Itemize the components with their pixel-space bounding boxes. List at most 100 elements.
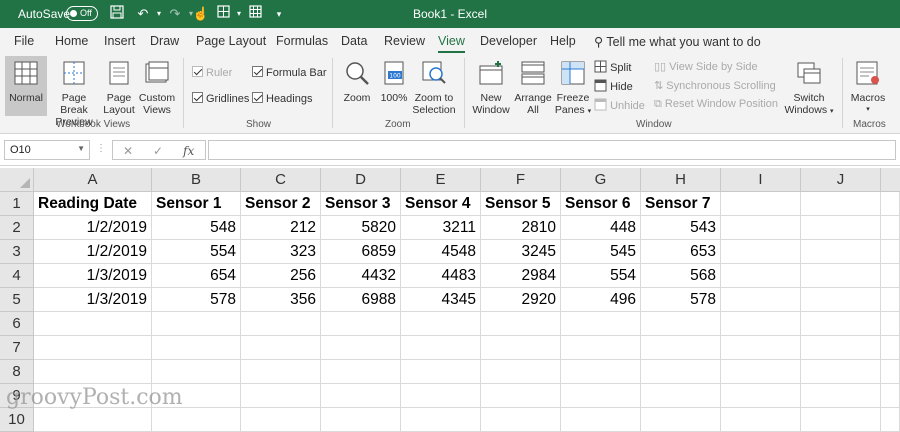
- cell-b2[interactable]: 548: [152, 216, 241, 240]
- row-header-4[interactable]: 4: [0, 264, 34, 288]
- cell-a7[interactable]: [34, 336, 152, 360]
- normal-view-button[interactable]: Normal: [5, 56, 47, 116]
- cell-a3[interactable]: 1/2/2019: [34, 240, 152, 264]
- cell-a5[interactable]: 1/3/2019: [34, 288, 152, 312]
- cell-g5[interactable]: 496: [561, 288, 641, 312]
- cell-c3[interactable]: 323: [241, 240, 321, 264]
- drag-handle-icon[interactable]: ⋮: [96, 143, 106, 154]
- cell-h5[interactable]: 578: [641, 288, 721, 312]
- cell-b3[interactable]: 554: [152, 240, 241, 264]
- cell-c9[interactable]: [241, 384, 321, 408]
- cell-k3[interactable]: [881, 240, 900, 264]
- cell-i9[interactable]: [721, 384, 801, 408]
- gridlines-checkbox[interactable]: Gridlines: [192, 92, 249, 105]
- cell-g7[interactable]: [561, 336, 641, 360]
- cell-f9[interactable]: [481, 384, 561, 408]
- row-header-10[interactable]: 10: [0, 408, 34, 432]
- cell-k7[interactable]: [881, 336, 900, 360]
- cell-b1[interactable]: Sensor 1: [152, 192, 241, 216]
- cell-c2[interactable]: 212: [241, 216, 321, 240]
- row-header-8[interactable]: 8: [0, 360, 34, 384]
- column-header-e[interactable]: E: [401, 168, 481, 192]
- cell-j6[interactable]: [801, 312, 881, 336]
- tab-home[interactable]: Home: [55, 34, 88, 48]
- cell-h9[interactable]: [641, 384, 721, 408]
- column-header-c[interactable]: C: [241, 168, 321, 192]
- zoom-100-button[interactable]: 100 100%: [378, 56, 410, 116]
- macros-button[interactable]: Macros ▾: [848, 56, 888, 116]
- cell-e1[interactable]: Sensor 4: [401, 192, 481, 216]
- cell-g9[interactable]: [561, 384, 641, 408]
- column-header-g[interactable]: G: [561, 168, 641, 192]
- cell-i2[interactable]: [721, 216, 801, 240]
- ruler-checkbox[interactable]: Ruler: [192, 66, 232, 79]
- cell-d10[interactable]: [321, 408, 401, 432]
- cell-a2[interactable]: 1/2/2019: [34, 216, 152, 240]
- cell-b6[interactable]: [152, 312, 241, 336]
- cell-k8[interactable]: [881, 360, 900, 384]
- cell-k4[interactable]: [881, 264, 900, 288]
- column-header-k[interactable]: [881, 168, 900, 192]
- page-break-preview-button[interactable]: Page Break Preview: [48, 56, 100, 128]
- cell-h7[interactable]: [641, 336, 721, 360]
- cell-d8[interactable]: [321, 360, 401, 384]
- cell-c4[interactable]: 256: [241, 264, 321, 288]
- tab-formulas[interactable]: Formulas: [276, 34, 328, 48]
- cell-e7[interactable]: [401, 336, 481, 360]
- tell-me-box[interactable]: ⚲ Tell me what you want to do: [594, 34, 761, 49]
- cell-i5[interactable]: [721, 288, 801, 312]
- hide-button[interactable]: Hide: [594, 79, 633, 93]
- cell-c5[interactable]: 356: [241, 288, 321, 312]
- cell-h3[interactable]: 653: [641, 240, 721, 264]
- cell-j10[interactable]: [801, 408, 881, 432]
- zoom-button[interactable]: Zoom: [339, 56, 375, 116]
- new-window-button[interactable]: New Window: [470, 56, 512, 116]
- cell-e6[interactable]: [401, 312, 481, 336]
- cell-j9[interactable]: [801, 384, 881, 408]
- cell-j3[interactable]: [801, 240, 881, 264]
- cell-g1[interactable]: Sensor 6: [561, 192, 641, 216]
- cell-k5[interactable]: [881, 288, 900, 312]
- cell-k2[interactable]: [881, 216, 900, 240]
- cell-h8[interactable]: [641, 360, 721, 384]
- column-header-a[interactable]: A: [34, 168, 152, 192]
- cell-i7[interactable]: [721, 336, 801, 360]
- cell-i1[interactable]: [721, 192, 801, 216]
- cell-k9[interactable]: [881, 384, 900, 408]
- row-header-6[interactable]: 6: [0, 312, 34, 336]
- row-header-5[interactable]: 5: [0, 288, 34, 312]
- cell-b7[interactable]: [152, 336, 241, 360]
- cell-h1[interactable]: Sensor 7: [641, 192, 721, 216]
- enter-icon[interactable]: ✓: [153, 144, 163, 158]
- cell-i10[interactable]: [721, 408, 801, 432]
- column-header-j[interactable]: J: [801, 168, 881, 192]
- tab-file[interactable]: File: [14, 34, 34, 48]
- cell-f6[interactable]: [481, 312, 561, 336]
- cell-a6[interactable]: [34, 312, 152, 336]
- page-layout-button[interactable]: Page Layout: [101, 56, 137, 116]
- split-button[interactable]: Split: [594, 60, 631, 74]
- cell-f3[interactable]: 3245: [481, 240, 561, 264]
- cell-g10[interactable]: [561, 408, 641, 432]
- tab-developer[interactable]: Developer: [480, 34, 537, 48]
- cell-d7[interactable]: [321, 336, 401, 360]
- cell-i6[interactable]: [721, 312, 801, 336]
- cell-e4[interactable]: 4483: [401, 264, 481, 288]
- tab-help[interactable]: Help: [550, 34, 576, 48]
- cell-e5[interactable]: 4345: [401, 288, 481, 312]
- cell-f10[interactable]: [481, 408, 561, 432]
- cell-f5[interactable]: 2920: [481, 288, 561, 312]
- cell-h2[interactable]: 543: [641, 216, 721, 240]
- cell-j1[interactable]: [801, 192, 881, 216]
- cell-e2[interactable]: 3211: [401, 216, 481, 240]
- cell-b4[interactable]: 654: [152, 264, 241, 288]
- cell-b8[interactable]: [152, 360, 241, 384]
- freeze-panes-button[interactable]: Freeze Panes ▾: [554, 56, 592, 116]
- column-header-f[interactable]: F: [481, 168, 561, 192]
- cell-g6[interactable]: [561, 312, 641, 336]
- cell-g4[interactable]: 554: [561, 264, 641, 288]
- custom-views-button[interactable]: Custom Views: [138, 56, 176, 116]
- cell-d3[interactable]: 6859: [321, 240, 401, 264]
- cell-h4[interactable]: 568: [641, 264, 721, 288]
- tab-review[interactable]: Review: [384, 34, 425, 48]
